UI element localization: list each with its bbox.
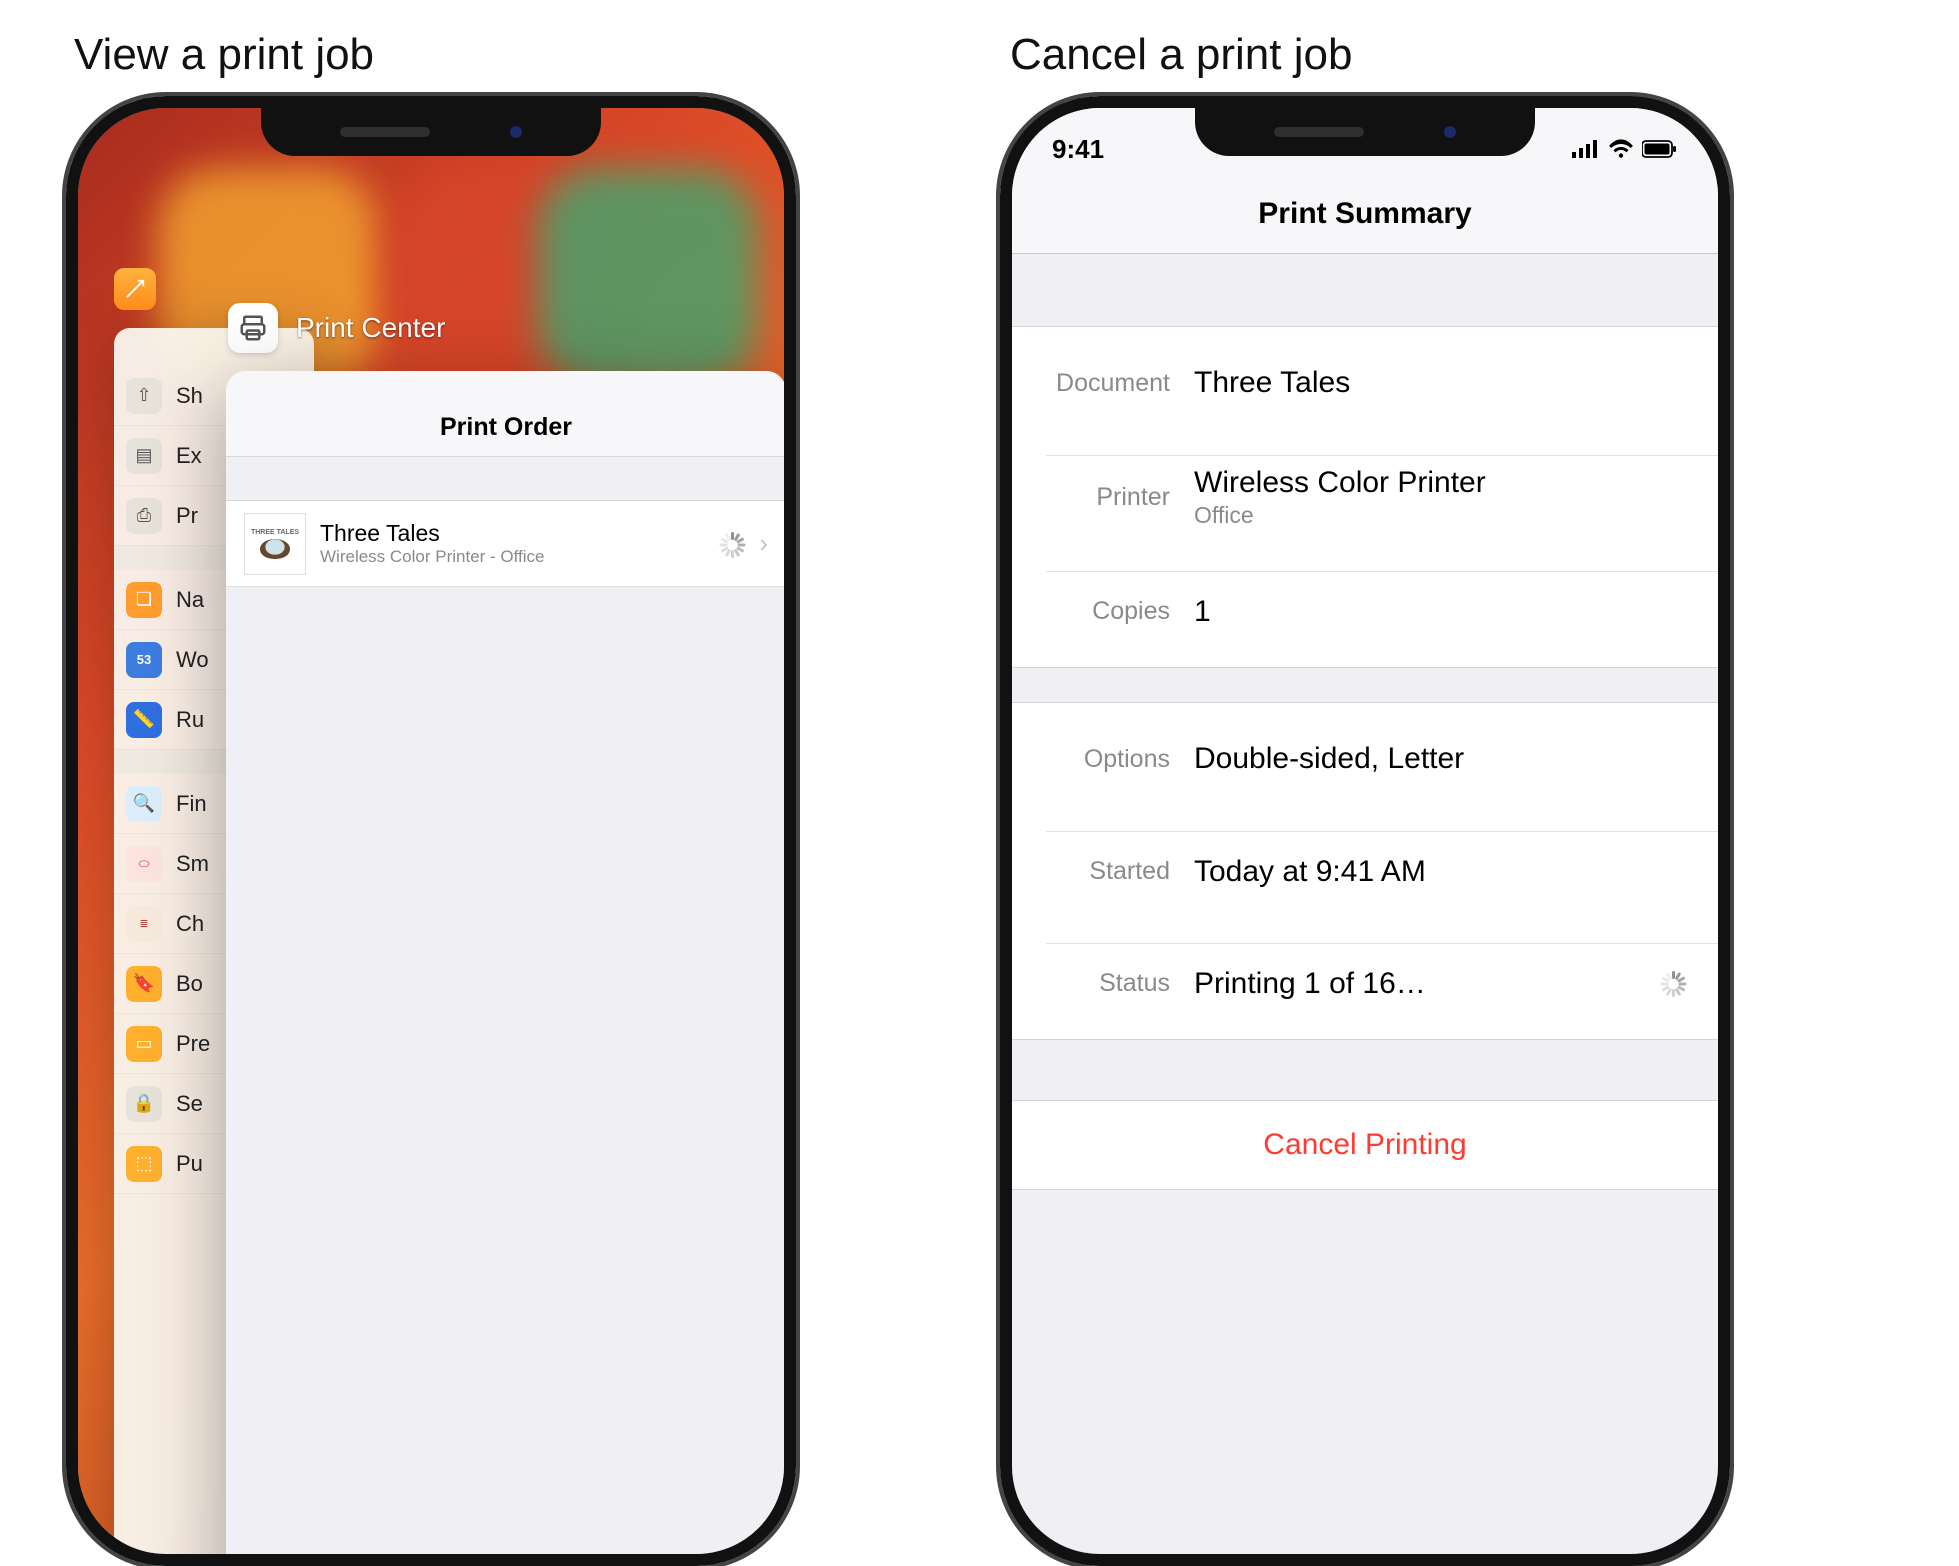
print-summary-screen: 9:41 Print Summary Document Three Tales	[1012, 108, 1718, 1554]
row-started: Started Today at 9:41 AM	[1012, 815, 1718, 927]
print-job-title: Three Tales	[320, 520, 707, 547]
label-document: Document	[1046, 369, 1194, 398]
pages-app-icon	[114, 268, 156, 310]
app-switcher-card-title: Print Center	[228, 303, 445, 353]
pages-menu-label: Sh	[176, 383, 203, 409]
pages-menu-label: Ch	[176, 911, 204, 937]
row-printer: Printer Wireless Color Printer Office	[1012, 439, 1718, 555]
pages-menu-label: Bo	[176, 971, 203, 997]
label-copies: Copies	[1046, 597, 1194, 626]
pages-menu-label: Pr	[176, 503, 198, 529]
label-printer: Printer	[1046, 483, 1194, 512]
value-copies: 1	[1194, 595, 1692, 629]
nav-title: Print Summary	[1012, 174, 1718, 254]
iphone-right: 9:41 Print Summary Document Three Tales	[1000, 96, 1730, 1566]
pages-menu-label: Pre	[176, 1031, 210, 1057]
print-center-app-label: Print Center	[296, 312, 445, 344]
print-center-icon	[228, 303, 278, 353]
pages-menu-label: Ex	[176, 443, 202, 469]
caption-cancel-print-job: Cancel a print job	[1010, 30, 1352, 80]
value-printer-sub: Office	[1194, 502, 1692, 529]
value-options: Double-sided, Letter	[1194, 742, 1692, 776]
empty-list-area	[226, 587, 786, 1566]
status-time: 9:41	[1052, 134, 1104, 165]
thumb-caption: THREE TALES	[251, 529, 299, 536]
pages-menu-label: Se	[176, 1091, 203, 1117]
list-spacer	[226, 457, 786, 501]
label-started: Started	[1046, 857, 1194, 886]
print-order-header: Print Order	[226, 371, 786, 457]
spinner-icon	[721, 532, 745, 556]
pages-menu-label: Na	[176, 587, 204, 613]
row-status: Status Printing 1 of 16…	[1012, 927, 1718, 1039]
value-document: Three Tales	[1194, 366, 1692, 400]
caption-view-print-job: View a print job	[74, 30, 374, 80]
print-job-thumbnail: THREE TALES	[244, 513, 306, 575]
spinner-icon	[1660, 971, 1686, 997]
iphone-left: ⇧Sh ▤Ex ⎙Pr ❏Na 53Wo 📏Ru 🔍Fin ⬭Sm ≣Ch 🔖B…	[66, 96, 796, 1566]
section-spacer	[1012, 254, 1718, 326]
wifi-icon	[1608, 134, 1634, 165]
label-status: Status	[1046, 969, 1194, 998]
chevron-right-icon: ›	[759, 528, 768, 559]
pages-menu-label: Sm	[176, 851, 209, 877]
value-status: Printing 1 of 16…	[1194, 967, 1660, 1001]
app-switcher-screen[interactable]: ⇧Sh ▤Ex ⎙Pr ❏Na 53Wo 📏Ru 🔍Fin ⬭Sm ≣Ch 🔖B…	[78, 108, 784, 1554]
print-job-row[interactable]: THREE TALES Three Tales Wireless Color P…	[226, 501, 786, 587]
notch	[261, 108, 601, 156]
summary-list-group1: Document Three Tales Printer Wireless Co…	[1012, 326, 1718, 668]
pages-menu-label: Fin	[176, 791, 207, 817]
notch	[1195, 108, 1535, 156]
value-printer: Wireless Color Printer	[1194, 466, 1692, 500]
label-options: Options	[1046, 745, 1194, 774]
pages-menu-label: Wo	[176, 647, 209, 673]
print-job-subtitle: Wireless Color Printer - Office	[320, 547, 707, 567]
row-document: Document Three Tales	[1012, 327, 1718, 439]
value-started: Today at 9:41 AM	[1194, 855, 1692, 889]
row-copies: Copies 1	[1012, 555, 1718, 667]
cellular-icon	[1572, 134, 1600, 165]
pages-menu-label: Pu	[176, 1151, 203, 1177]
cancel-printing-label: Cancel Printing	[1263, 1128, 1466, 1162]
battery-icon	[1642, 134, 1678, 165]
row-options: Options Double-sided, Letter	[1012, 703, 1718, 815]
app-switcher-card-print-center[interactable]: Print Order THREE TALES Three Tales Wire…	[226, 371, 786, 1566]
cancel-printing-button[interactable]: Cancel Printing	[1012, 1100, 1718, 1190]
summary-list-group2: Options Double-sided, Letter Started Tod…	[1012, 702, 1718, 1040]
pages-menu-label: Ru	[176, 707, 204, 733]
